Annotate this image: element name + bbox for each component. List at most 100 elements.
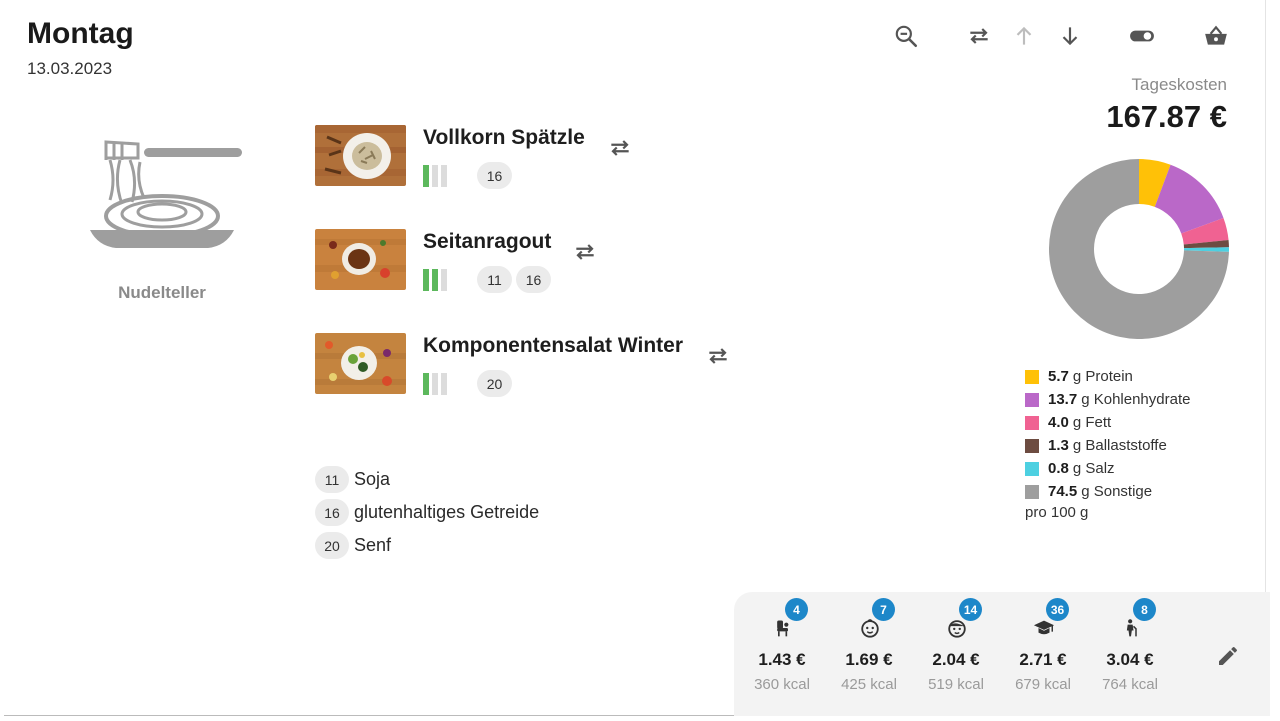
rating-bars [423, 165, 447, 187]
nutrient-amount: 0.8 [1048, 460, 1069, 477]
rating-bar [432, 165, 438, 187]
rating-bar [423, 165, 429, 187]
price-group[interactable]: 8 3.04 € 764 kcal [1085, 592, 1175, 716]
swap-icon[interactable] [965, 22, 993, 50]
allergen-label: Senf [354, 535, 392, 555]
nutrient-label: Fett [1085, 414, 1112, 431]
rating-bars [423, 269, 447, 291]
meal-item: Vollkorn Spätzle 16 [315, 125, 775, 189]
arrow-down-icon[interactable] [1056, 22, 1084, 50]
nutrition-legend-item: 5.7 g Protein [1025, 365, 1190, 388]
allergen-chip: 16 [516, 266, 551, 293]
rating-bar [423, 373, 429, 395]
pencil-icon[interactable] [1214, 642, 1242, 670]
kcal-value: 679 kcal [1015, 676, 1071, 693]
meal-title: Vollkorn Spätzle [423, 126, 585, 149]
nutrient-label: Kohlenhydrate [1093, 391, 1191, 408]
meal-item: Seitanragout 11 16 [315, 229, 775, 293]
rating-bar [432, 269, 438, 291]
nutrient-amount: 5.7 [1048, 368, 1069, 385]
nutrient-unit: g [1072, 437, 1082, 454]
nutrient-amount: 1.3 [1048, 437, 1069, 454]
kcal-value: 519 kcal [928, 676, 984, 693]
day-card: Montag 13.03.2023 Nudelteller Vollkorn S… [4, 0, 1270, 716]
meal-photo [315, 125, 406, 186]
legend-swatch [1025, 438, 1039, 453]
rating-bar [432, 373, 438, 395]
kcal-value: 764 kcal [1102, 676, 1158, 693]
allergen-code: 11 [315, 466, 349, 493]
price-group[interactable]: 4 1.43 € 360 kcal [737, 592, 827, 716]
nutrient-label: Protein [1085, 368, 1133, 385]
allergen-label: glutenhaltiges Getreide [354, 502, 540, 522]
nutrition-legend-item: 4.0 g Fett [1025, 411, 1190, 434]
noodle-plate-icon [76, 130, 248, 260]
price-group[interactable]: 36 2.71 € 679 kcal [998, 592, 1088, 716]
meal-item: Komponentensalat Winter 20 [315, 333, 775, 397]
allergen-code: 20 [315, 532, 349, 559]
price-value: 2.71 € [1019, 650, 1067, 669]
nutrition-legend-item: 0.8 g Salz [1025, 457, 1190, 480]
rating-bar [441, 373, 447, 395]
count-badge: 14 [959, 598, 982, 621]
nutrition-legend-item: 1.3 g Ballaststoffe [1025, 434, 1190, 457]
rating-bar [423, 269, 429, 291]
zoom-out-icon[interactable] [892, 22, 920, 50]
meal-title: Komponentensalat Winter [423, 334, 683, 357]
rating-bars [423, 373, 447, 395]
allergen-chip: 16 [477, 162, 512, 189]
nutrient-unit: g [1072, 460, 1082, 477]
allergen-label: Soja [354, 469, 391, 489]
allergen-legend-row: 11 Soja [315, 463, 539, 496]
nutrient-label: Sonstige [1093, 483, 1153, 500]
meal-photo [315, 229, 406, 290]
legend-swatch [1025, 415, 1039, 430]
nutrition-legend-item: 13.7 g Kohlenhydrate [1025, 388, 1190, 411]
nutrient-unit: g [1072, 414, 1082, 431]
count-badge: 8 [1133, 598, 1156, 621]
day-date: 13.03.2023 [27, 59, 113, 78]
count-badge: 36 [1046, 598, 1069, 621]
legend-swatch [1025, 484, 1039, 499]
count-badge: 4 [785, 598, 808, 621]
allergen-legend-row: 16 glutenhaltiges Getreide [315, 496, 539, 529]
price-value: 2.04 € [932, 650, 980, 669]
swap-icon[interactable] [607, 135, 633, 161]
daily-cost-label: Tageskosten [1131, 75, 1227, 94]
meal-photo [315, 333, 406, 394]
nutrition-legend-item: 74.5 g Sonstige [1025, 480, 1190, 503]
price-panel: 4 1.43 € 360 kcal 7 1.69 € 425 kcal 14 2… [734, 592, 1270, 716]
price-group[interactable]: 14 2.04 € 519 kcal [911, 592, 1001, 716]
nutrient-amount: 13.7 [1048, 391, 1078, 408]
toggle-icon[interactable] [1128, 22, 1156, 50]
allergen-legend: 11 Soja 16 glutenhaltiges Getreide 20 Se… [315, 463, 539, 562]
swap-icon[interactable] [705, 343, 731, 369]
price-value: 1.69 € [845, 650, 893, 669]
legend-swatch [1025, 392, 1039, 407]
nutrition-donut-chart [1049, 159, 1229, 339]
nutrition-legend: 5.7 g Protein 13.7 g Kohlenhydrate 4.0 g… [1025, 365, 1190, 521]
allergen-chips: 11 16 [477, 266, 551, 293]
nutrient-amount: 74.5 [1048, 483, 1078, 500]
arrow-up-icon[interactable] [1010, 22, 1038, 50]
allergen-code: 16 [315, 499, 349, 526]
rating-bar [441, 165, 447, 187]
nutrient-unit: g [1081, 391, 1090, 408]
allergen-legend-row: 20 Senf [315, 529, 539, 562]
kcal-value: 360 kcal [754, 676, 810, 693]
allergen-chips: 20 [477, 370, 512, 397]
nutrient-label: Ballaststoffe [1085, 437, 1167, 454]
price-value: 1.43 € [758, 650, 806, 669]
price-value: 3.04 € [1106, 650, 1154, 669]
price-group[interactable]: 7 1.69 € 425 kcal [824, 592, 914, 716]
dish-name: Nudelteller [118, 283, 206, 302]
basket-icon[interactable] [1202, 22, 1230, 50]
swap-icon[interactable] [572, 239, 598, 265]
allergen-chips: 16 [477, 162, 512, 189]
nutrient-amount: 4.0 [1048, 414, 1069, 431]
legend-swatch [1025, 461, 1039, 476]
rating-bar [441, 269, 447, 291]
legend-swatch [1025, 369, 1039, 384]
allergen-chip: 11 [477, 266, 512, 293]
count-badge: 7 [872, 598, 895, 621]
